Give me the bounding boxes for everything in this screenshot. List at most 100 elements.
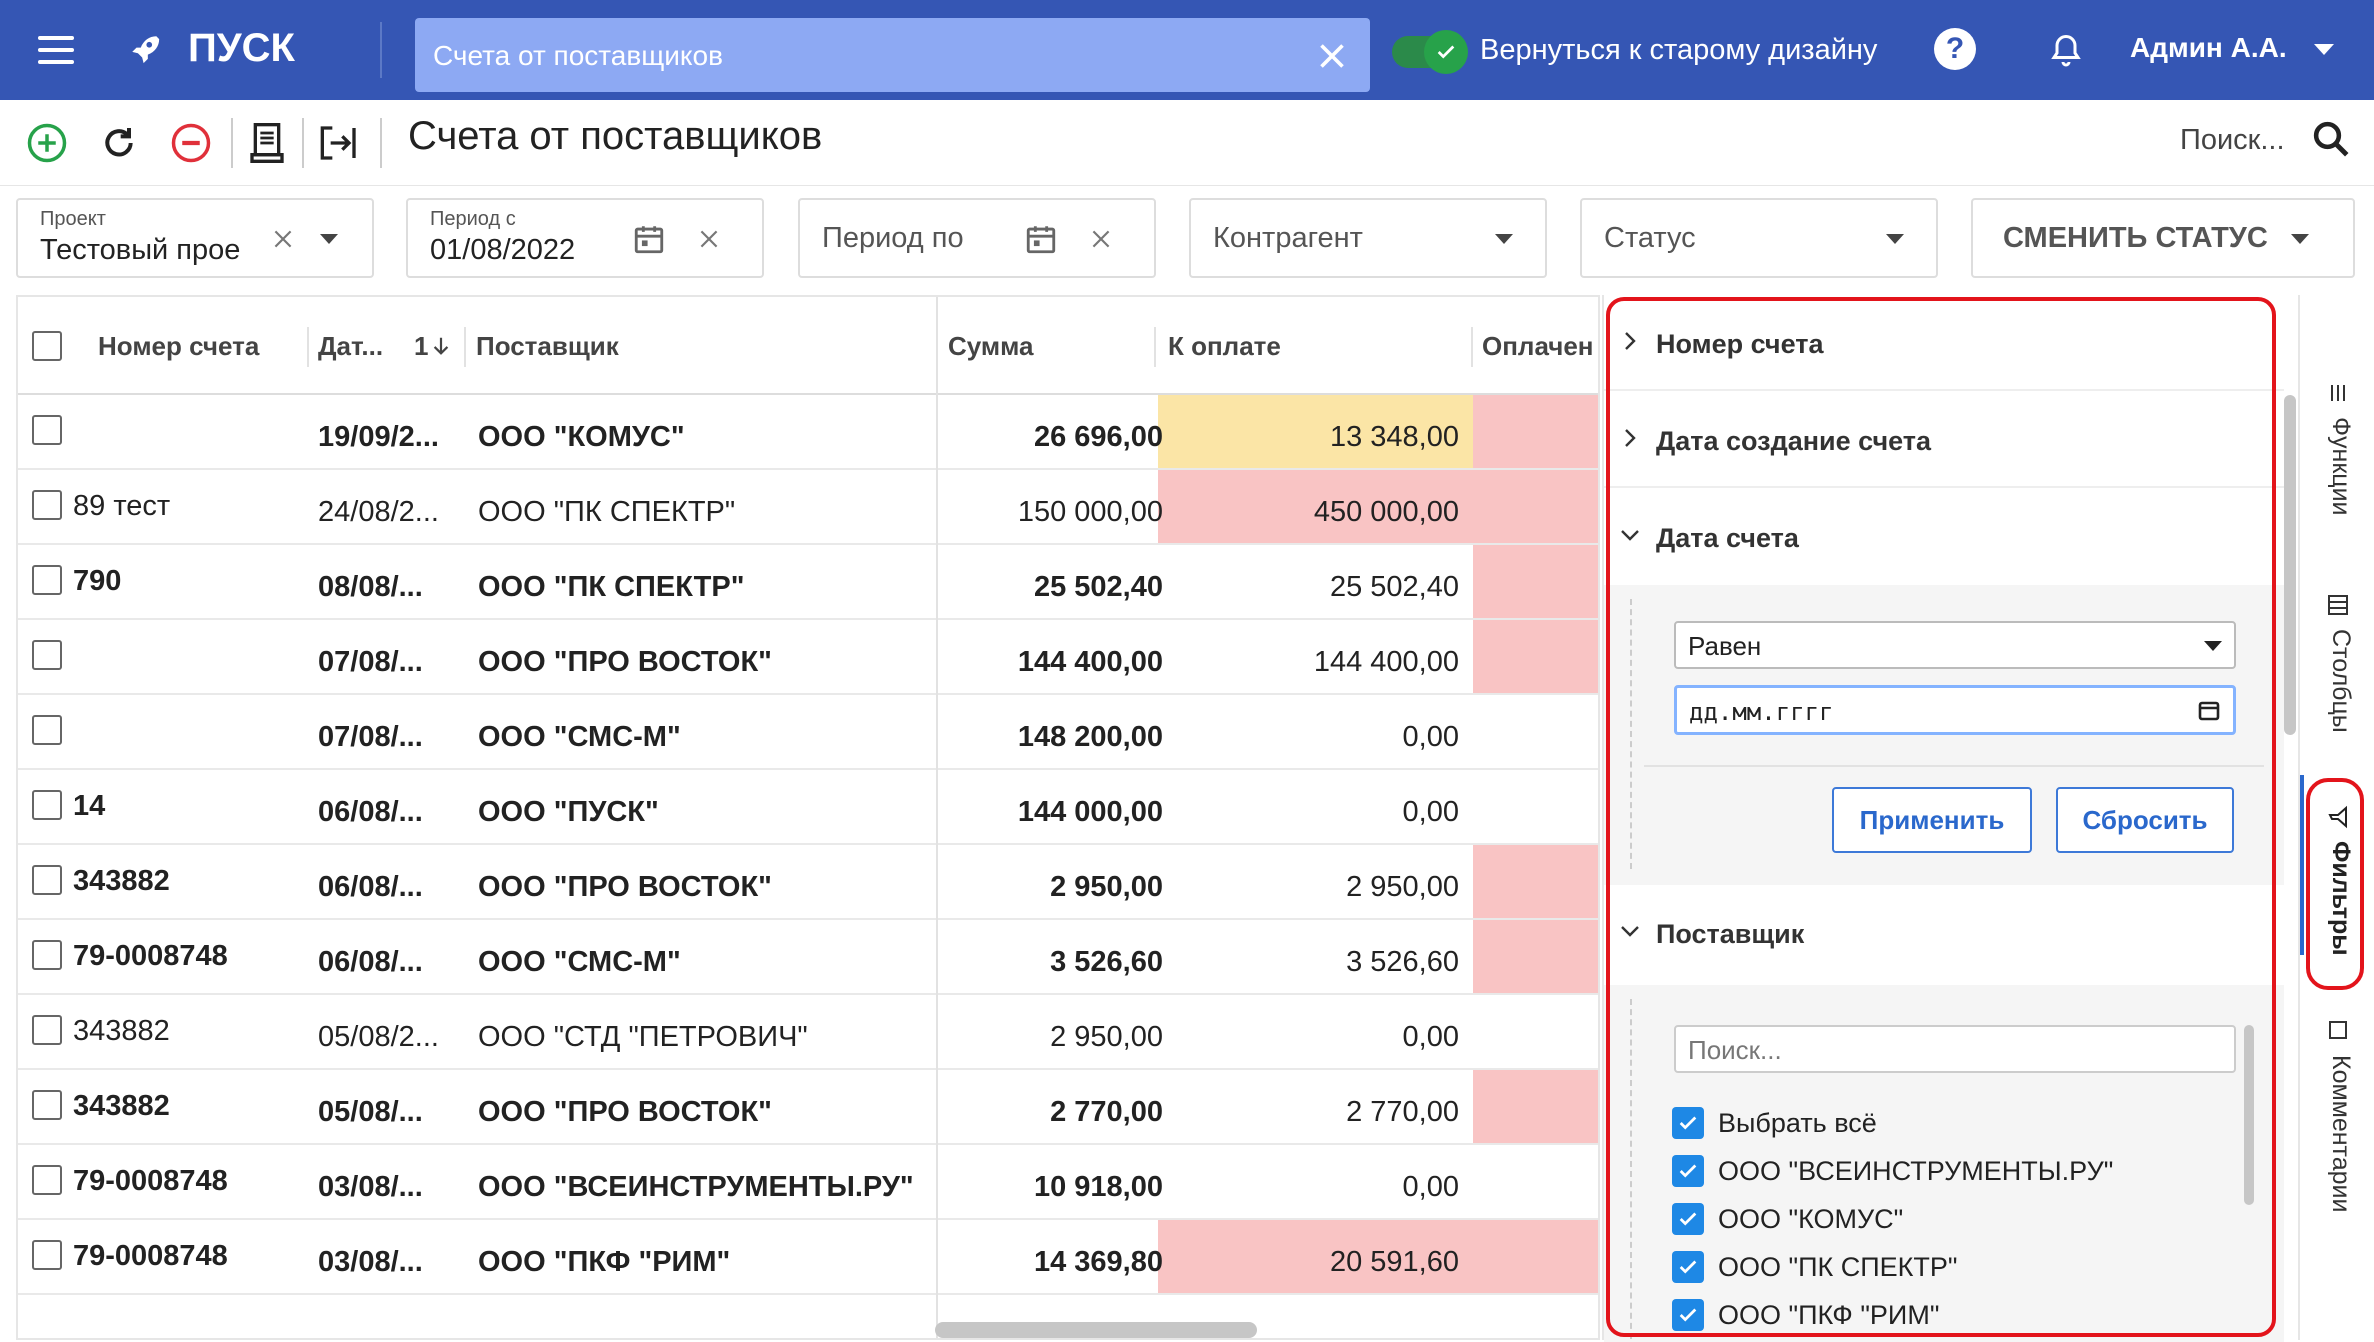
checkbox-checked-icon[interactable] <box>1672 1299 1704 1331</box>
checkbox-checked-icon[interactable] <box>1672 1107 1704 1139</box>
search-input[interactable]: Поиск... <box>2180 124 2285 157</box>
search-icon[interactable] <box>2310 118 2352 160</box>
supplier-option[interactable]: ООО "КОМУС" <box>1672 1199 1903 1239</box>
clear-icon[interactable] <box>1088 226 1114 252</box>
period-from-field[interactable]: Период с 01/08/2022 <box>406 198 764 278</box>
tab-supplier-invoices[interactable]: Счета от поставщиков <box>415 18 1370 92</box>
export-icon[interactable] <box>316 120 362 166</box>
counterparty-select[interactable]: Контрагент <box>1189 198 1547 278</box>
checkbox-checked-icon[interactable] <box>1672 1155 1704 1187</box>
chevron-down-icon[interactable] <box>320 234 338 244</box>
close-icon[interactable] <box>1314 38 1350 74</box>
supplier-search-input[interactable]: Поиск... <box>1674 1025 2236 1073</box>
table-row[interactable]: 450 000,00 89 тест 24/08/2... ООО "ПК СПЕКТ… <box>18 470 1598 545</box>
calendar-icon[interactable] <box>632 222 666 256</box>
checkbox-checked-icon[interactable] <box>1672 1203 1704 1235</box>
clear-icon[interactable] <box>270 226 296 252</box>
select-all-checkbox[interactable] <box>32 331 62 361</box>
col-number-header[interactable]: Номер счета <box>98 331 259 362</box>
row-checkbox[interactable] <box>32 790 62 820</box>
table-row[interactable]: 3 526,60 79-0008748 06/08/... ООО "СМС-М" 3 … <box>18 920 1598 995</box>
chevron-down-icon[interactable] <box>1495 234 1513 244</box>
clear-icon[interactable] <box>696 226 722 252</box>
toolbar: Счета от поставщиков Поиск... <box>0 100 2374 186</box>
table-row[interactable]: 0,00 07/08/... ООО "СМС-М" 148 200,00 <box>18 695 1598 770</box>
section-created-date[interactable]: Дата создание счета <box>1604 392 2284 488</box>
row-checkbox[interactable] <box>32 715 62 745</box>
row-checkbox[interactable] <box>32 490 62 520</box>
row-checkbox[interactable] <box>32 1165 62 1195</box>
reset-button[interactable]: Сбросить <box>2056 787 2234 853</box>
old-design-label[interactable]: Вернуться к старому дизайну <box>1480 34 1877 67</box>
bell-icon[interactable] <box>2048 30 2084 70</box>
table-row[interactable]: 2 950,00 343882 06/08/... ООО "ПРО ВОСТОК" 2… <box>18 845 1598 920</box>
operator-select[interactable]: Равен <box>1674 621 2236 669</box>
row-checkbox[interactable] <box>32 640 62 670</box>
brand-logo[interactable]: ПУСК <box>128 26 295 71</box>
supplier-option[interactable]: ООО "ПК СПЕКТР" <box>1672 1247 1957 1287</box>
column-divider[interactable] <box>307 327 309 367</box>
col-date-header[interactable]: Дат... <box>318 331 383 362</box>
column-divider[interactable] <box>1154 327 1156 367</box>
table-row[interactable]: 13 348,00 19/09/2... ООО "КОМУС" 26 696,00 <box>18 395 1598 470</box>
project-label: Проект <box>40 208 106 230</box>
add-icon[interactable] <box>24 120 70 166</box>
remove-icon[interactable] <box>168 120 214 166</box>
rail-comments[interactable]: Комментарии <box>2314 1019 2362 1279</box>
col-sum-header[interactable]: Сумма <box>948 331 1033 362</box>
row-checkbox[interactable] <box>32 565 62 595</box>
section-supplier[interactable]: Поставщик <box>1604 885 2284 981</box>
change-status-button[interactable]: СМЕНИТЬ СТАТУС <box>1971 198 2355 278</box>
row-checkbox[interactable] <box>32 1240 62 1270</box>
rail-functions[interactable]: Функции <box>2314 381 2362 561</box>
rail-filters[interactable]: Фильтры <box>2314 805 2362 965</box>
row-checkbox[interactable] <box>32 415 62 445</box>
table-row[interactable]: 0,00 14 06/08/... ООО "ПУСК" 144 000,00 <box>18 770 1598 845</box>
menu-icon[interactable] <box>38 36 74 64</box>
table-row[interactable]: 25 502,40 790 08/08/... ООО "ПК СПЕКТР" 25 5… <box>18 545 1598 620</box>
column-divider[interactable] <box>1471 327 1473 367</box>
row-checkbox[interactable] <box>32 1015 62 1045</box>
section-invoice-date[interactable]: Дата счета <box>1604 489 2284 585</box>
section-invoice-number[interactable]: Номер счета <box>1604 295 2284 391</box>
row-checkbox[interactable] <box>32 1090 62 1120</box>
period-to-field[interactable]: Период по <box>798 198 1156 278</box>
table-row[interactable]: 20 591,60 79-0008748 03/08/... ООО "ПКФ "РИ… <box>18 1220 1598 1295</box>
supplier-option[interactable]: ООО "ПКФ "РИМ" <box>1672 1295 1939 1335</box>
supplier-option[interactable]: Выбрать всё <box>1672 1103 1877 1143</box>
project-select[interactable]: Проект Тестовый прое <box>16 198 374 278</box>
date-input[interactable]: дд.мм.гггг <box>1674 685 2236 735</box>
row-checkbox[interactable] <box>32 865 62 895</box>
sum-cell: 3 526,60 <box>1050 946 1163 978</box>
sort-arrow-down-icon[interactable] <box>430 333 452 359</box>
status-select[interactable]: Статус <box>1580 198 1938 278</box>
calendar-icon[interactable] <box>1024 222 1058 256</box>
table-row[interactable]: 2 770,00 343882 05/08/... ООО "ПРО ВОСТОК" 2… <box>18 1070 1598 1145</box>
table-row[interactable]: 144 400,00 07/08/... ООО "ПРО ВОСТОК" 144 4… <box>18 620 1598 695</box>
supplier-option[interactable]: ООО "ВСЕИНСТРУМЕНТЫ.РУ" <box>1672 1151 2113 1191</box>
column-divider[interactable] <box>464 327 466 367</box>
horizontal-scrollbar[interactable] <box>935 1322 1257 1338</box>
apply-button[interactable]: Применить <box>1832 787 2032 853</box>
calendar-icon[interactable] <box>2197 698 2221 722</box>
chevron-down-icon[interactable] <box>2291 234 2309 244</box>
rail-columns[interactable]: Столбцы <box>2314 593 2362 773</box>
chevron-down-icon[interactable] <box>2314 44 2334 55</box>
supplier-cell: ООО "ПК СПЕКТР" <box>478 571 745 603</box>
table-row[interactable]: 0,00 79-0008748 03/08/... ООО "ВСЕИНСТРУМЕН… <box>18 1145 1598 1220</box>
user-name[interactable]: Админ А.А. <box>2130 32 2287 64</box>
table-row[interactable]: 0,00 343882 05/08/2... ООО "СТД "ПЕТРОВИЧ" 2… <box>18 995 1598 1070</box>
col-supplier-header[interactable]: Поставщик <box>476 331 619 362</box>
col-paid-header[interactable]: Оплачен <box>1482 331 1594 362</box>
refresh-icon[interactable] <box>96 120 142 166</box>
old-design-toggle[interactable] <box>1392 30 1468 74</box>
chevron-down-icon[interactable] <box>1886 234 1904 244</box>
report-icon[interactable] <box>244 120 290 166</box>
help-icon[interactable]: ? <box>1934 28 1976 70</box>
row-checkbox[interactable] <box>32 940 62 970</box>
col-to-pay-header[interactable]: К оплате <box>1168 331 1281 362</box>
checkbox-checked-icon[interactable] <box>1672 1251 1704 1283</box>
panel-scrollbar[interactable] <box>2284 395 2296 735</box>
options-scrollbar[interactable] <box>2244 1025 2254 1205</box>
to-pay-cell: 0,00 <box>1402 1171 1459 1203</box>
